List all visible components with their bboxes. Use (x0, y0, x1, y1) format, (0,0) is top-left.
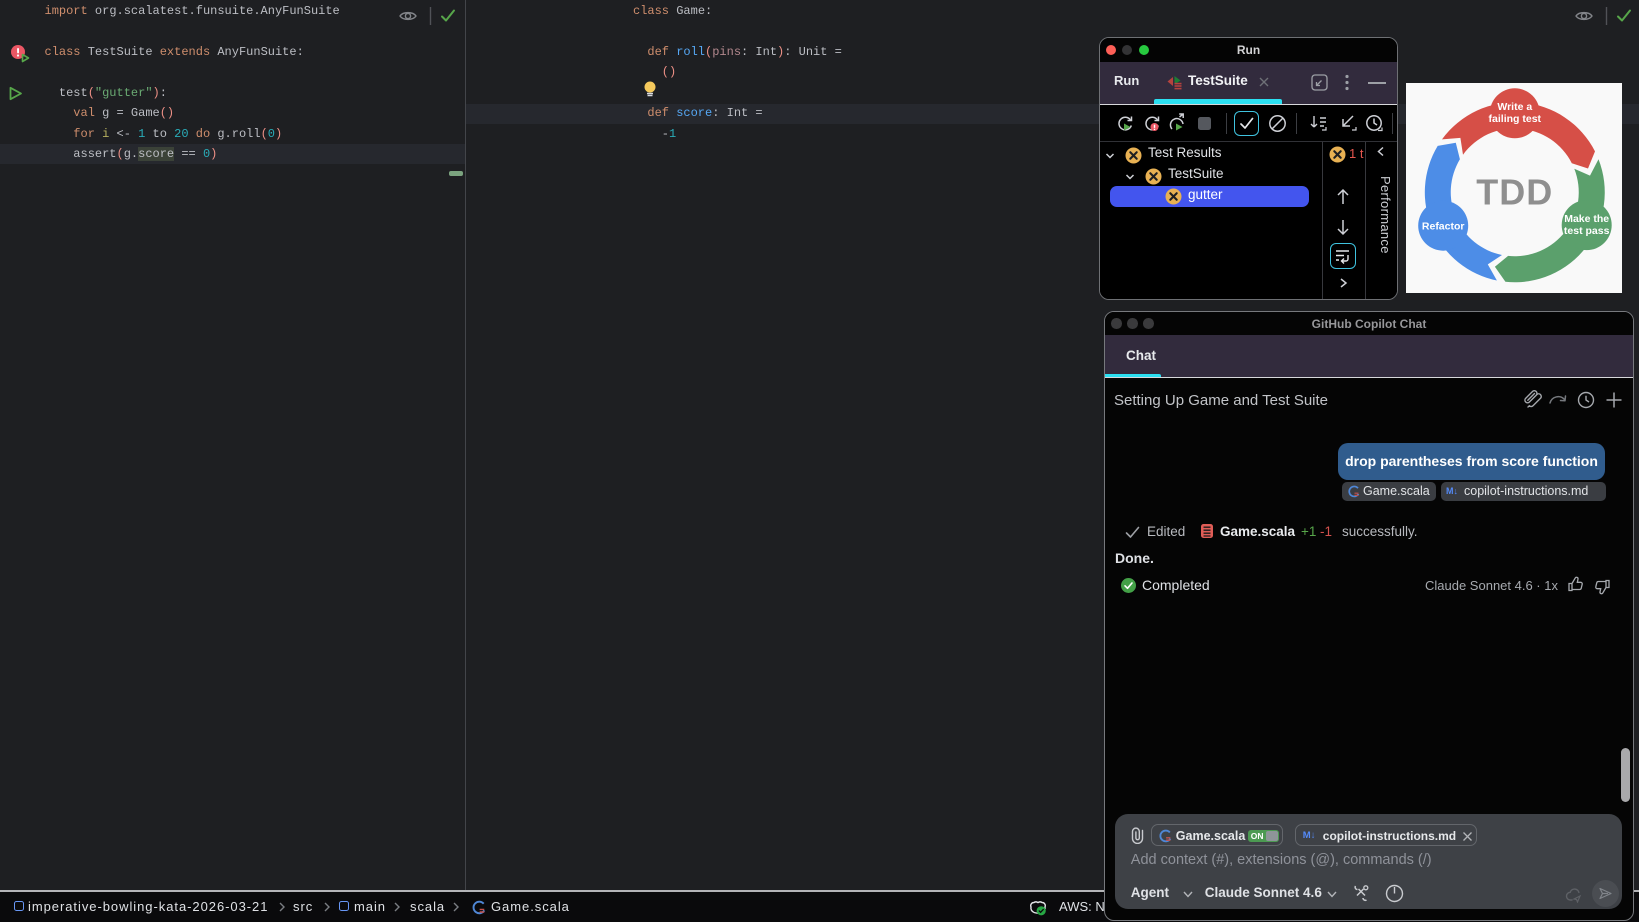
svg-text:failing test: failing test (1489, 113, 1542, 125)
svg-text:Make the: Make the (1564, 213, 1609, 225)
svg-text:TDD: TDD (1476, 172, 1553, 213)
svg-text:Refactor: Refactor (1422, 221, 1465, 233)
svg-text:test pass: test pass (1564, 225, 1610, 237)
svg-text:Write a: Write a (1497, 101, 1532, 113)
